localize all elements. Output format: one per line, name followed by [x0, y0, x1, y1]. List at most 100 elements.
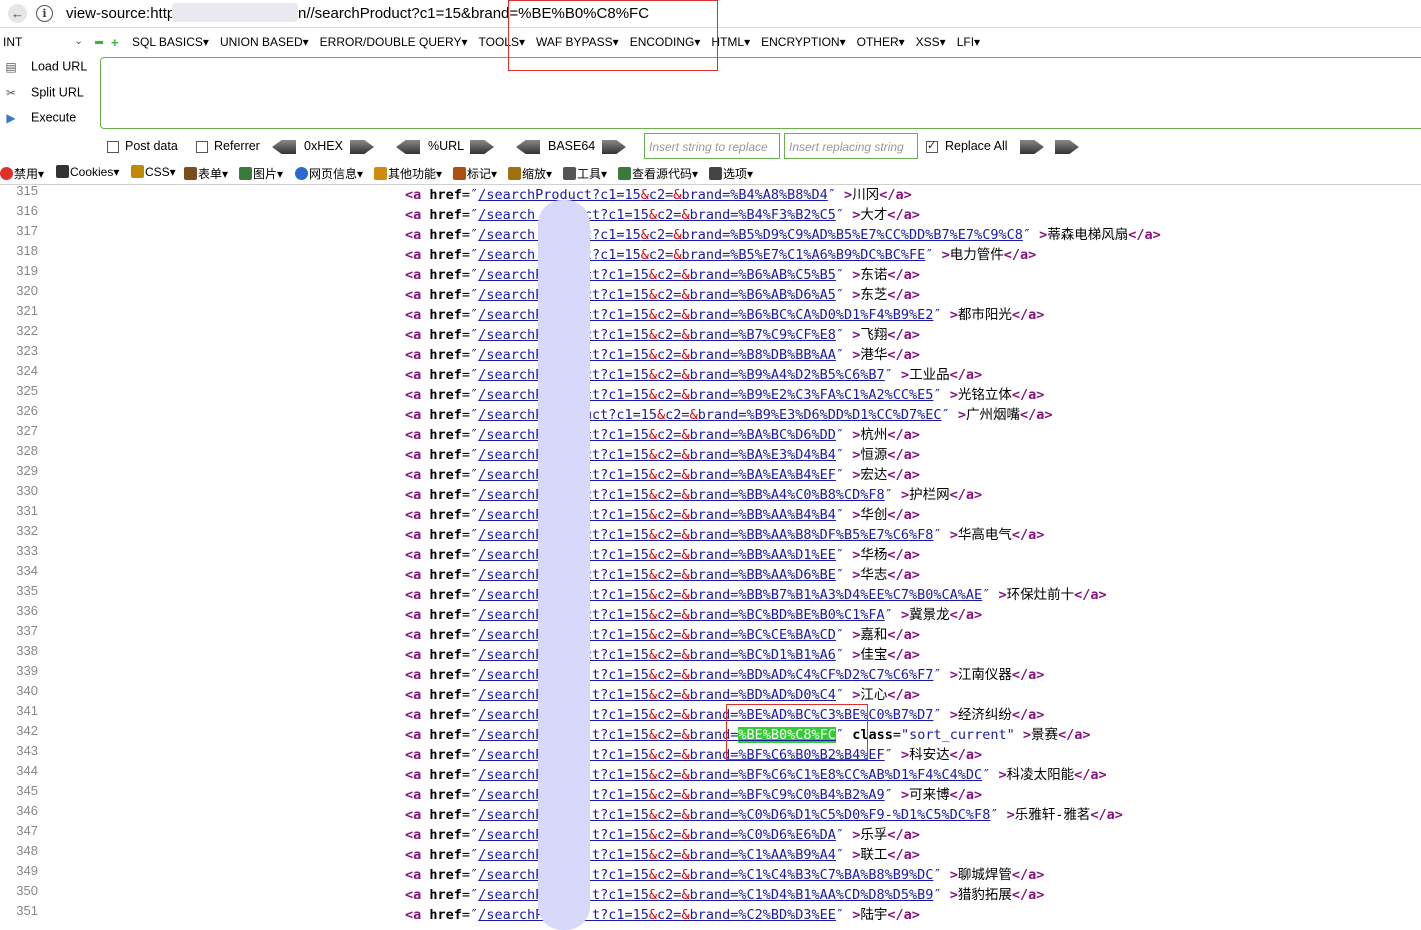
href-link[interactable]: /searchPro t?c1=15&c2=&brand=%BD%AD%D0%C… — [478, 687, 836, 703]
post-data-checkbox[interactable] — [107, 141, 119, 153]
line-number: 316 — [16, 203, 38, 218]
entity-amp: & — [648, 447, 658, 463]
hackbar-menu-item[interactable]: XSS▾ — [916, 35, 946, 49]
source-view: 315 <a href=″/searchProduct?c1=15&c2=&bra… — [0, 185, 1421, 930]
url-decode-arrow-icon[interactable] — [396, 140, 420, 154]
source-line: 320 <a href=″/searchP uct?c1=15&c2=&brand… — [0, 283, 1421, 303]
url-encode-arrow-icon[interactable] — [470, 140, 494, 154]
url-text-prefix[interactable]: view-source:http — [66, 5, 175, 22]
split-url-label: Split URL — [31, 85, 84, 100]
replace-all-arrow-icon[interactable] — [1055, 140, 1079, 154]
href-link[interactable]: /search duct?c1=15&c2=&brand=%B4%F3%B2%C… — [478, 207, 836, 223]
tag-open: <a — [405, 647, 422, 663]
tag-open: <a — [405, 687, 422, 703]
hackbar-actions: ▤ Load URL ✂ Split URL ▶ Execute — [0, 56, 100, 132]
href-link[interactable]: /searchPr ct?c1=15&c2=&brand=%BB%AA%B4%B… — [478, 507, 836, 523]
quote: ″ — [470, 887, 479, 903]
source-line: 342 <a href=″/searchPro t?c1=15&c2=&brand… — [0, 723, 1421, 743]
tag-close-bracket: > — [949, 867, 958, 883]
tag-close: </a> — [887, 347, 920, 363]
entity-amp: & — [681, 387, 690, 403]
hex-label: 0xHEX — [304, 139, 343, 153]
tag-open: <a — [405, 207, 422, 223]
tag-close: </a> — [887, 907, 920, 923]
replace-arrow-icon[interactable] — [1020, 140, 1044, 154]
webdev-menu-0[interactable]: 禁用▾ — [0, 165, 44, 182]
webdev-menu-5[interactable]: 网页信息▾ — [295, 165, 363, 182]
webdev-menu-9[interactable]: 工具▾ — [563, 165, 607, 182]
tag-open: <a — [405, 587, 422, 603]
href-link[interactable]: /searchP uct?c1=15&c2=&brand=%B6%AB%C5%B… — [478, 267, 836, 283]
href-link[interactable]: /searchPro t?c1=15&c2=&brand=%C0%D6%E6%D… — [478, 827, 836, 843]
href-link[interactable]: /searchPr ct?c1=15&c2=&brand=%BC%CE%BA%C… — [478, 627, 836, 643]
href-link[interactable]: /searchPr ct?c1=15&c2=&brand=%BA%EA%B4%E… — [478, 467, 836, 483]
href-link[interactable]: /searchPr ct?c1=15&c2=&brand=%BA%E3%D4%B… — [478, 447, 836, 463]
href-link[interactable]: /searchProduct?c1=15&c2=&brand=%B4%A8%B8… — [478, 187, 828, 203]
referrer-checkbox[interactable] — [196, 141, 208, 153]
tag-close: </a> — [1011, 387, 1045, 403]
split-url-button[interactable]: ✂ Split URL — [0, 85, 84, 107]
quote: ″ — [470, 647, 479, 663]
webdev-menu-8[interactable]: 缩放▾ — [508, 165, 552, 182]
webdev-menu-1[interactable]: Cookies▾ — [56, 165, 119, 179]
quote: ″ — [835, 567, 845, 583]
entity-amp: & — [681, 767, 690, 783]
source-line: 318 <a href=″/search uct?c1=15&c2=&brand=… — [0, 243, 1421, 263]
back-arrow-icon[interactable]: ← — [8, 4, 27, 23]
href-link[interactable]: /searchPr ct?c1=15&c2=&brand=%BB%AA%D6%B… — [478, 567, 836, 583]
tag-close: </a> — [949, 607, 983, 623]
hackbar-menu-item[interactable]: ENCRYPTION▾ — [761, 35, 845, 49]
replace-string-input[interactable]: Insert replacing string — [784, 133, 918, 159]
webdev-menu-11[interactable]: 选项▾ — [709, 165, 753, 182]
attr-name: href — [429, 827, 462, 843]
info-icon[interactable]: i — [36, 5, 53, 22]
entity-amp: & — [648, 567, 658, 583]
source-code: <a href=″/search uct?c1=15&c2=&brand=%B5… — [405, 247, 1037, 263]
replace-all-checkbox[interactable] — [926, 139, 938, 153]
quote: ″ — [835, 267, 845, 283]
href-link[interactable]: /searchP uct?c1=15&c2=&brand=%B7%C9%CF%E… — [478, 327, 836, 343]
execute-button[interactable]: ▶ Execute — [0, 110, 76, 132]
hackbar-menu-item[interactable]: OTHER▾ — [857, 35, 905, 49]
source-line: 321 <a href=″/searchP uct?c1=15&c2=&brand… — [0, 303, 1421, 323]
webdev-menu-7[interactable]: 标记▾ — [453, 165, 497, 182]
webdev-menu-6[interactable]: 其他功能▾ — [374, 165, 442, 182]
tag-close-bracket: > — [844, 187, 853, 203]
link-text: 冀景龙 — [909, 607, 950, 623]
href-link[interactable]: /searchP uct?c1=15&c2=&brand=%B6%AB%D6%A… — [478, 287, 836, 303]
href-link[interactable]: /searchPro t?c1=15&c2=&brand=%C1%AA%B9%A… — [478, 847, 836, 863]
href-link[interactable]: /searchPr ct?c1=15&c2=&brand=%BB%AA%D1%E… — [478, 547, 836, 563]
base64-encode-arrow-icon[interactable] — [602, 140, 626, 154]
base64-decode-arrow-icon[interactable] — [516, 140, 540, 154]
hex-decode-arrow-icon[interactable] — [272, 140, 296, 154]
tag-open: <a — [405, 867, 422, 883]
hackbar-menu-item[interactable]: ERROR/DOUBLE QUERY▾ — [320, 35, 468, 49]
source-code: <a href=″/searchPro t?c1=15&c2=&brand=%B… — [405, 747, 983, 763]
info-icon — [295, 167, 308, 180]
referrer-label: Referrer — [214, 139, 260, 153]
tag-close: </a> — [949, 787, 983, 803]
href-link[interactable]: /searchPr ct?c1=15&c2=&brand=%BA%BC%D6%D… — [478, 427, 836, 443]
load-url-button[interactable]: ▤ Load URL — [0, 59, 87, 81]
href-link[interactable]: /searchPr ct?c1=15&c2=&brand=%BC%D1%B1%A… — [478, 647, 836, 663]
minus-icon[interactable] — [95, 41, 103, 44]
url-textarea[interactable] — [100, 57, 1421, 129]
link-text: 华杨 — [860, 547, 888, 563]
plus-icon[interactable]: + — [111, 35, 119, 50]
hex-encode-arrow-icon[interactable] — [350, 140, 374, 154]
hackbar-menu-item[interactable]: UNION BASED▾ — [220, 35, 309, 49]
quote: ″ — [470, 367, 479, 383]
href-link[interactable]: /searchP uct?c1=15&c2=&brand=%B8%DB%BB%A… — [478, 347, 836, 363]
entity-amp: & — [648, 287, 658, 303]
webdev-menu-2[interactable]: CSS▾ — [131, 165, 176, 179]
link-text: 电力管件 — [949, 247, 1004, 263]
find-string-input[interactable]: Insert string to replace — [644, 133, 780, 159]
webdev-menu-3[interactable]: 表单▾ — [184, 165, 228, 182]
hackbar-menu-item[interactable]: LFI▾ — [957, 35, 980, 49]
webdev-menu-10[interactable]: 查看源代码▾ — [618, 165, 698, 182]
hackbar-menu-item[interactable]: SQL BASICS▾ — [132, 35, 209, 49]
href-link[interactable]: /searchPro t?c1=15&c2=&brand=%C2%BD%D3%E… — [478, 907, 836, 923]
chevron-down-icon[interactable]: ⌄ — [74, 34, 83, 47]
webdev-menu-4[interactable]: 图片▾ — [239, 165, 283, 182]
type-select[interactable]: INT — [3, 35, 22, 49]
